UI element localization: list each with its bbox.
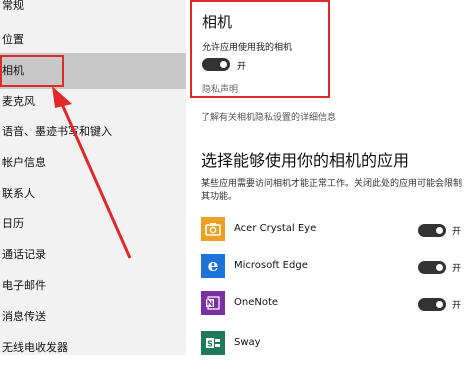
app-row-sway: S Sway	[201, 331, 466, 363]
camera-icon	[201, 217, 225, 241]
app-row-microsoft-edge: e Microsoft Edge 开	[201, 254, 466, 286]
camera-privacy-info-link[interactable]: 了解有关相机隐私设置的详细信息	[201, 110, 336, 123]
allow-camera-label: 允许应用使用我的相机	[202, 43, 293, 53]
apps-section-description: 某些应用需要访问相机才能正常工作。关闭此处的应用可能会限制其功能。	[201, 179, 463, 202]
sidebar-item-general[interactable]: 常规	[0, 0, 186, 24]
privacy-statement-link[interactable]: 隐私声明	[202, 82, 238, 95]
app-name: Sway	[234, 337, 261, 348]
sidebar-item-radios[interactable]: 无线电收发器	[0, 330, 186, 366]
camera-highlight-box	[0, 55, 64, 87]
app-name: OneNote	[234, 297, 279, 308]
camera-access-toggle[interactable]	[202, 58, 230, 71]
app-toggle-state: 开	[452, 264, 462, 274]
sway-icon: S	[201, 331, 225, 355]
apps-section-title: 选择能够使用你的相机的应用	[201, 151, 410, 170]
app-toggle-state: 开	[452, 301, 462, 311]
camera-title: 相机	[202, 13, 233, 31]
camera-toggle-state: 开	[237, 62, 247, 72]
settings-sidebar: 常规 位置 相机 麦克风 语音、墨迹书写和键入 帐户信息 联系人 日历 通话记录…	[0, 0, 186, 355]
app-row-onenote: OneNote 开	[201, 291, 466, 323]
app-camera-toggle[interactable]	[418, 224, 446, 237]
app-row-acer-crystal-eye: Acer Crystal Eye 开	[201, 217, 466, 249]
app-toggle-state: 开	[452, 227, 462, 237]
onenote-icon	[201, 291, 225, 315]
app-camera-toggle[interactable]	[418, 261, 446, 274]
edge-icon: e	[201, 254, 225, 278]
svg-text:S: S	[207, 340, 213, 349]
camera-settings-box: 相机 允许应用使用我的相机 开 隐私声明	[190, 0, 330, 98]
app-name: Acer Crystal Eye	[234, 223, 317, 234]
app-name: Microsoft Edge	[234, 260, 308, 271]
app-camera-toggle[interactable]	[418, 298, 446, 311]
